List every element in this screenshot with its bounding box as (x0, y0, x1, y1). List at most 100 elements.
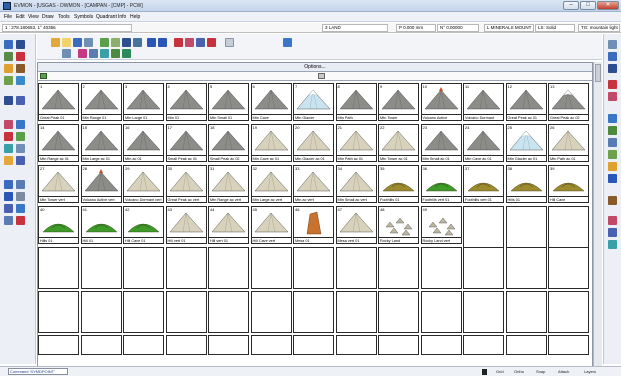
symbol-tile[interactable]: 8 Mtn Path (335, 83, 377, 121)
snap-toggle[interactable]: Snap (536, 368, 545, 376)
close-button[interactable]: ✕ (597, 1, 619, 10)
tool-attach-icon[interactable] (16, 192, 25, 201)
scale-icon[interactable] (122, 49, 131, 58)
empty-symbol-slot[interactable] (420, 247, 462, 289)
symbol-tile[interactable]: 6 Mtn Cave (250, 83, 292, 121)
empty-symbol-slot[interactable] (38, 247, 79, 289)
copy-icon[interactable] (100, 49, 109, 58)
symbol-tile[interactable]: 45 Hill Cave vert (250, 206, 292, 244)
coords-field[interactable]: 1 : 278.180653, 1° 40356 (2, 24, 132, 32)
menu-info[interactable]: Info (118, 14, 126, 20)
empty-symbol-slot[interactable] (165, 247, 207, 289)
symbol-tile[interactable]: 15 Mtn Large ac 01 (80, 124, 122, 162)
tool-close-icon[interactable] (16, 216, 25, 225)
symbol-tile[interactable]: 20 Mtn Glacier ac 01 (293, 124, 334, 162)
empty-symbol-slot[interactable] (548, 206, 589, 248)
grid-toggle[interactable]: Grid (496, 368, 504, 376)
print-icon[interactable] (84, 38, 93, 47)
tool-info-icon[interactable] (4, 204, 13, 213)
sheet-list-icon[interactable] (608, 92, 617, 101)
pan-icon[interactable] (133, 38, 142, 47)
attach-toggle[interactable]: Attach (558, 368, 569, 376)
edit-icon[interactable] (78, 49, 87, 58)
empty-symbol-slot[interactable] (123, 335, 164, 355)
empty-symbol-slot[interactable] (250, 291, 292, 333)
save-icon[interactable] (73, 38, 82, 47)
symbol-tile[interactable]: 18 Small Peak ac 02 (208, 124, 249, 162)
symbol-tile[interactable]: 5 Mtn Small 01 (208, 83, 249, 121)
menu-help[interactable]: Help (130, 14, 140, 20)
symbol-tile[interactable]: 46 Mesa 01 (293, 206, 334, 244)
empty-symbol-slot[interactable] (335, 291, 377, 333)
empty-symbol-slot[interactable] (335, 247, 377, 289)
symbol-tile[interactable]: 4 Mtn 01 (165, 83, 207, 121)
eyedropper-icon[interactable] (608, 240, 617, 249)
empty-symbol-slot[interactable] (420, 335, 462, 355)
layers-toggle[interactable]: Layers (584, 368, 596, 376)
catalog-file-icon[interactable] (318, 73, 325, 79)
open-file-icon[interactable] (62, 38, 71, 47)
redo-icon[interactable] (158, 38, 167, 47)
menu-file[interactable]: File (4, 14, 12, 20)
symbol-tile[interactable]: 48 Rocky Land (378, 206, 419, 244)
symbol-tile[interactable]: 47 Mesa vert 01 (335, 206, 377, 244)
symbol-tile[interactable]: 39 Hill Cave (548, 165, 589, 203)
tool-measure-icon[interactable] (16, 76, 25, 85)
tool-ortho-icon[interactable] (4, 192, 13, 201)
symbol-tile[interactable]: 35 Foothills 01 (378, 165, 419, 203)
tool-fill-icon[interactable] (4, 76, 13, 85)
fill-field[interactable]: LS: Solid (535, 24, 575, 32)
tool-poly-icon[interactable] (16, 40, 25, 49)
view-shade-icon[interactable] (608, 52, 617, 61)
tool-trim-icon[interactable] (16, 120, 25, 129)
empty-symbol-slot[interactable] (123, 247, 164, 289)
empty-symbol-slot[interactable] (505, 247, 547, 289)
symbol-tile[interactable]: 10 Volcano Active (420, 83, 462, 121)
bold-a-icon[interactable] (608, 196, 617, 205)
tool-line-icon[interactable] (4, 40, 13, 49)
empty-symbol-slot[interactable] (250, 335, 292, 355)
color-blue-icon[interactable] (196, 38, 205, 47)
symbol-tile[interactable]: 37 Foothills vert 01 (463, 165, 504, 203)
empty-symbol-slot[interactable] (165, 291, 207, 333)
symbol-field[interactable]: L MINERALS MOUNT (484, 24, 534, 32)
text-font-icon[interactable] (608, 162, 617, 171)
empty-symbol-slot[interactable] (420, 291, 462, 333)
empty-symbol-slot[interactable] (80, 291, 122, 333)
menu-tools[interactable]: Tools (58, 14, 70, 20)
symbol-tile[interactable]: 16 Mtn ac 01 (123, 124, 164, 162)
tool-offset-icon[interactable] (4, 144, 13, 153)
menu-symbols[interactable]: Symbols (74, 14, 93, 20)
maximize-button[interactable]: □ (580, 1, 596, 10)
tool-curve-icon[interactable] (16, 52, 25, 61)
symbol-tile[interactable]: 41 Hill 01 (80, 206, 122, 244)
empty-symbol-slot[interactable] (38, 335, 79, 355)
symbol-tile[interactable]: 1 Great Peak 01 (38, 83, 79, 121)
new-file-icon[interactable] (51, 38, 60, 47)
text-align-icon[interactable] (608, 138, 617, 147)
empty-symbol-slot[interactable] (463, 247, 504, 289)
symbol-tile[interactable]: 9 Mtn Tower (378, 83, 419, 121)
symbol-tile[interactable]: 49 Rocky Land vert (420, 206, 462, 244)
catalog-scrollbar[interactable] (593, 62, 602, 368)
color-pink-icon[interactable] (185, 38, 194, 47)
layer-field[interactable]: 3 LAND (322, 24, 388, 32)
symbol-tile[interactable]: 2 Mtn Range 01 (80, 83, 122, 121)
empty-symbol-slot[interactable] (165, 335, 207, 355)
symbol-tile[interactable]: 13 Great Peak ac 02 (548, 83, 589, 121)
empty-symbol-slot[interactable] (505, 291, 547, 333)
symbol-tile[interactable]: 11 Volcano Dormant (463, 83, 504, 121)
symbol-tile[interactable]: 42 Hill Cave 01 (123, 206, 164, 244)
select-icon[interactable] (62, 49, 71, 58)
menu-view[interactable]: View (28, 14, 39, 20)
empty-symbol-slot[interactable] (293, 291, 334, 333)
zoom-icon[interactable] (122, 38, 131, 47)
empty-symbol-slot[interactable] (80, 335, 122, 355)
symbol-tile[interactable]: 33 Mtn ac vert (293, 165, 334, 203)
empty-symbol-slot[interactable] (208, 291, 249, 333)
empty-symbol-slot[interactable] (548, 247, 589, 289)
symbol-tile[interactable]: 7 Mtn Glacier (293, 83, 334, 121)
tool-break-icon[interactable] (4, 132, 13, 141)
color-marker-icon[interactable] (207, 38, 216, 47)
symbol-tile[interactable]: 44 Hill vert 01 (208, 206, 249, 244)
